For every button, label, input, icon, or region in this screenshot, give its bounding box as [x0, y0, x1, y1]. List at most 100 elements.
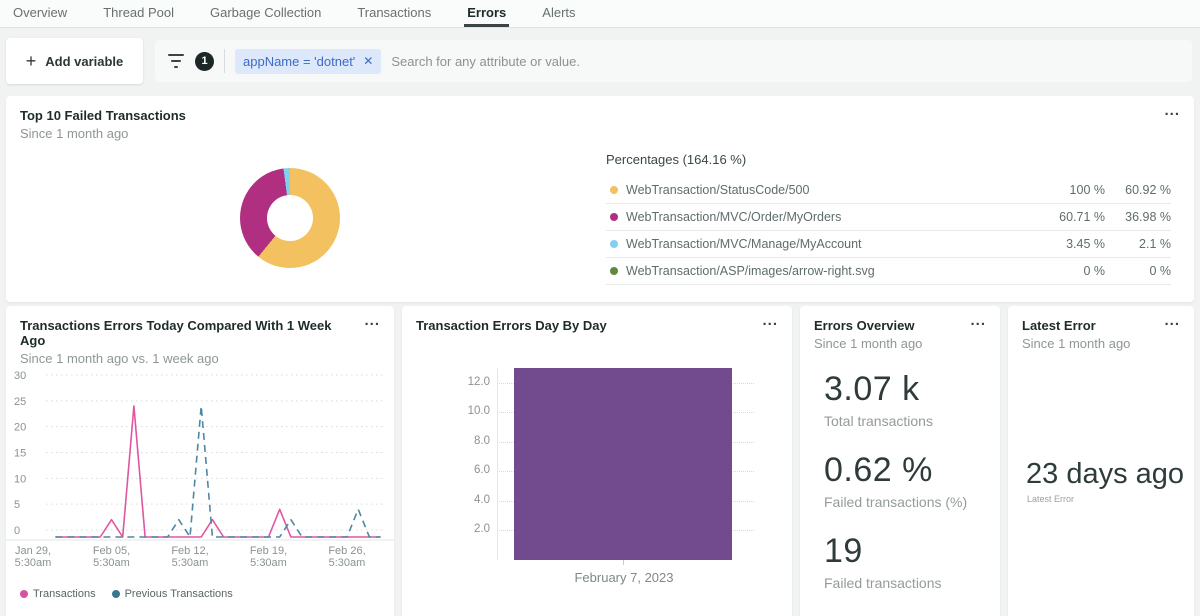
tab-bar: Overview Thread Pool Garbage Collection Tra… [0, 0, 1200, 28]
stat-label: Failed transactions (%) [824, 494, 967, 510]
svg-text:Feb 26,5:30am: Feb 26,5:30am [328, 545, 365, 569]
y-axis-label: 10.0 [456, 405, 490, 417]
panel-title: Errors Overview [814, 318, 922, 333]
percent-of-top: 3.45 % [1033, 237, 1105, 251]
bar-chart: 2.0 4.0 6.0 8.0 10.0 12.0 February 7, 2023 [402, 306, 792, 616]
legend-item-previous-transactions[interactable]: Previous Transactions [112, 588, 233, 600]
x-axis-tick [623, 560, 624, 565]
filter-funnel-icon[interactable] [167, 54, 185, 68]
ellipsis-menu-icon[interactable]: ... [1164, 102, 1180, 119]
svg-text:25: 25 [14, 396, 26, 408]
table-row[interactable]: WebTransaction/MVC/Order/MyOrders60.71 %… [606, 204, 1171, 231]
panel-subtitle: Since 1 month ago [20, 126, 186, 141]
percent-of-total: 60.92 % [1105, 183, 1171, 197]
search-input[interactable] [391, 54, 1180, 69]
tab-alerts[interactable]: Alerts [539, 0, 578, 27]
panel-title: Latest Error [1022, 318, 1130, 333]
chip-close-icon[interactable]: ✕ [363, 54, 373, 68]
stat-value: 3.07 k [824, 370, 967, 409]
svg-text:0: 0 [14, 525, 20, 537]
series-color-dot [610, 186, 618, 194]
ellipsis-menu-icon[interactable]: ... [364, 312, 380, 329]
panel-title: Top 10 Failed Transactions [20, 108, 186, 123]
series-color-dot [610, 267, 618, 275]
table-row[interactable]: WebTransaction/ASP/images/arrow-right.sv… [606, 258, 1171, 285]
y-axis-label: 12.0 [456, 376, 490, 388]
panel-transaction-errors-day-by-day: Transaction Errors Day By Day ... 2.04.0… [402, 306, 792, 616]
divider [224, 49, 225, 73]
billboard-stats: 3.07 k Total transactions 0.62 % Failed tra… [824, 370, 967, 613]
stat-value: 0.62 % [824, 451, 967, 490]
y-axis-label: 8.0 [456, 435, 490, 447]
plus-icon: + [26, 52, 37, 70]
percent-of-total: 0 % [1105, 264, 1171, 278]
legend-color-dot [112, 590, 120, 598]
svg-text:20: 20 [14, 422, 26, 434]
svg-text:10: 10 [14, 473, 26, 485]
panel-title: Transactions Errors Today Compared With … [20, 318, 350, 348]
filter-chip-label: appName = 'dotnet' [243, 54, 355, 69]
stat-label: Failed transactions [824, 575, 967, 591]
tab-errors[interactable]: Errors [464, 0, 509, 27]
y-axis-line [497, 368, 498, 560]
svg-text:5: 5 [14, 499, 20, 511]
tab-garbage-collection[interactable]: Garbage Collection [207, 0, 324, 27]
table-row[interactable]: WebTransaction/StatusCode/500100 %60.92 … [606, 177, 1171, 204]
percent-of-total: 2.1 % [1105, 237, 1171, 251]
percent-of-top: 100 % [1033, 183, 1105, 197]
x-axis-label: February 7, 2023 [524, 570, 724, 585]
tab-thread-pool[interactable]: Thread Pool [100, 0, 177, 27]
panel-subtitle: Since 1 month ago [814, 336, 922, 351]
percentages-table: Percentages (164.16 %) WebTransaction/St… [606, 148, 1171, 285]
percent-of-total: 36.98 % [1105, 210, 1171, 224]
panel-subtitle: Since 1 month ago [1022, 336, 1130, 351]
filter-bar: + Add variable 1 appName = 'dotnet' ✕ [0, 28, 1200, 96]
svg-text:Feb 05,5:30am: Feb 05,5:30am [93, 545, 130, 569]
svg-text:Jan 29,5:30am: Jan 29,5:30am [15, 545, 52, 569]
donut-chart [240, 168, 340, 268]
tab-overview[interactable]: Overview [10, 0, 70, 27]
svg-text:15: 15 [14, 448, 26, 460]
stat-label: Total transactions [824, 413, 967, 429]
ellipsis-menu-icon[interactable]: ... [1164, 312, 1180, 329]
line-chart: 0 5 10 15 20 25 30 Jan 29,5:30am Feb 05,5:30am Fe… [6, 346, 394, 586]
svg-text:Feb 19,5:30am: Feb 19,5:30am [250, 545, 287, 569]
filter-chip-appname[interactable]: appName = 'dotnet' ✕ [235, 49, 381, 74]
y-axis-label: 2.0 [456, 523, 490, 535]
bar-february-7 [514, 368, 732, 560]
legend-label: Transactions [33, 588, 96, 600]
transaction-name: WebTransaction/StatusCode/500 [626, 183, 1033, 197]
legend-color-dot [20, 590, 28, 598]
panel-top10-failed-transactions: Top 10 Failed Transactions Since 1 month… [6, 96, 1194, 302]
line-chart-legend: Transactions Previous Transactions [20, 588, 233, 600]
tab-transactions[interactable]: Transactions [354, 0, 434, 27]
filter-count-badge: 1 [195, 52, 214, 71]
stat-value: 19 [824, 532, 967, 571]
stat-block: 19 Failed transactions [824, 532, 967, 591]
percent-of-top: 0 % [1033, 264, 1105, 278]
search-bar[interactable]: 1 appName = 'dotnet' ✕ [155, 40, 1192, 82]
legend-label: Previous Transactions [125, 588, 233, 600]
legend-item-transactions[interactable]: Transactions [20, 588, 96, 600]
latest-error-value: 23 days ago [1026, 458, 1184, 491]
transaction-name: WebTransaction/MVC/Order/MyOrders [626, 210, 1033, 224]
y-axis-label: 4.0 [456, 494, 490, 506]
latest-error-label: Latest Error [1027, 494, 1074, 504]
series-color-dot [610, 240, 618, 248]
percentages-table-header: Percentages (164.16 %) [606, 148, 1171, 177]
stat-block: 3.07 k Total transactions [824, 370, 967, 429]
transaction-name: WebTransaction/ASP/images/arrow-right.sv… [626, 264, 1033, 278]
table-row[interactable]: WebTransaction/MVC/Manage/MyAccount3.45 … [606, 231, 1171, 258]
add-variable-label: Add variable [45, 54, 123, 69]
stat-block: 0.62 % Failed transactions (%) [824, 451, 967, 510]
ellipsis-menu-icon[interactable]: ... [970, 312, 986, 329]
svg-text:Feb 12,5:30am: Feb 12,5:30am [171, 545, 208, 569]
add-variable-button[interactable]: + Add variable [6, 38, 143, 84]
y-axis-label: 6.0 [456, 464, 490, 476]
percent-of-top: 60.71 % [1033, 210, 1105, 224]
panel-transactions-errors-compared: Transactions Errors Today Compared With … [6, 306, 394, 616]
donut-hole [267, 195, 313, 241]
panel-latest-error: Latest Error Since 1 month ago ... 23 da… [1008, 306, 1194, 616]
svg-text:30: 30 [14, 370, 26, 382]
series-color-dot [610, 213, 618, 221]
